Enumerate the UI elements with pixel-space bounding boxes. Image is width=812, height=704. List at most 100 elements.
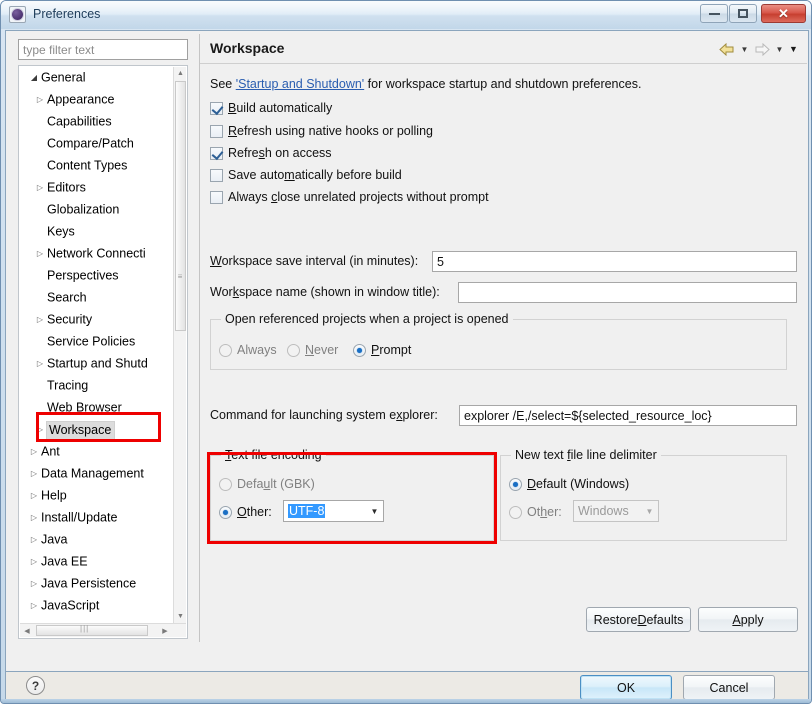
encoding-combo[interactable]: UTF-8 ▼ bbox=[283, 500, 384, 522]
radio-encoding-other[interactable]: Other: bbox=[219, 503, 272, 521]
workspace-name-input[interactable] bbox=[459, 283, 796, 302]
tree-hscroll-thumb[interactable] bbox=[36, 625, 148, 636]
checkbox-always-close-unrelated[interactable]: Always close unrelated projects without … bbox=[210, 188, 489, 206]
sidebar-item-perspectives[interactable]: Perspectives bbox=[19, 264, 175, 286]
apply-button[interactable]: Apply bbox=[698, 607, 798, 632]
checkbox-build-automatically-box[interactable] bbox=[210, 101, 223, 115]
radio-open-referenced-always[interactable]: Always bbox=[219, 341, 277, 359]
chevron-right-icon[interactable]: ▷ bbox=[27, 551, 41, 573]
search-input[interactable] bbox=[19, 40, 187, 59]
window-titlebar[interactable]: Preferences ✕ bbox=[1, 1, 811, 29]
sidebar-item-ant[interactable]: ▷ Ant bbox=[19, 440, 175, 462]
restore-icon[interactable] bbox=[729, 4, 757, 23]
radio-encoding-other-dot[interactable] bbox=[219, 505, 232, 519]
back-history-chevron-down-icon[interactable]: ▼ bbox=[739, 41, 750, 57]
sidebar-item-security[interactable]: ▷ Security bbox=[19, 308, 175, 330]
sidebar-item-service-policies[interactable]: Service Policies bbox=[19, 330, 175, 352]
radio-open-referenced-prompt[interactable]: Prompt bbox=[353, 341, 411, 359]
minimize-icon[interactable] bbox=[700, 4, 728, 23]
sidebar-item-workspace[interactable]: ▷ Workspace bbox=[19, 418, 175, 440]
chevron-right-icon[interactable]: ▷ bbox=[27, 441, 41, 463]
sidebar-item-capabilities[interactable]: Capabilities bbox=[19, 110, 175, 132]
delimiter-combo[interactable]: Windows ▼ bbox=[573, 500, 659, 522]
chevron-right-icon[interactable]: ▷ bbox=[27, 595, 41, 617]
chevron-down-icon[interactable]: ◢ bbox=[27, 67, 41, 89]
preferences-tree[interactable]: ◢ General ▷ Appearance Capabilities Compare… bbox=[18, 65, 188, 639]
chevron-right-icon[interactable]: ▷ bbox=[33, 243, 47, 265]
workspace-name-input-wrapper[interactable] bbox=[458, 282, 797, 303]
ok-button[interactable]: OK bbox=[580, 675, 672, 700]
sidebar-item-keys[interactable]: Keys bbox=[19, 220, 175, 242]
sidebar-item-globalization[interactable]: Globalization bbox=[19, 198, 175, 220]
tree-vscroll-thumb[interactable] bbox=[175, 81, 186, 331]
scroll-up-icon[interactable]: ▲ bbox=[174, 67, 187, 80]
chevron-right-icon[interactable]: ▷ bbox=[33, 309, 47, 331]
chevron-right-icon[interactable]: ▷ bbox=[27, 463, 41, 485]
sidebar-item-network-connecti[interactable]: ▷ Network Connecti bbox=[19, 242, 175, 264]
radio-open-referenced-prompt-dot[interactable] bbox=[353, 343, 366, 357]
radio-encoding-default-dot[interactable] bbox=[219, 477, 232, 491]
workspace-save-interval-input-wrapper[interactable] bbox=[432, 251, 797, 272]
radio-encoding-default[interactable]: Default (GBK) bbox=[219, 475, 315, 493]
chevron-right-icon[interactable]: ▷ bbox=[27, 485, 41, 507]
radio-delimiter-other[interactable]: Other: bbox=[509, 503, 562, 521]
scroll-right-icon[interactable]: ▶ bbox=[158, 624, 172, 637]
explorer-command-input-wrapper[interactable] bbox=[459, 405, 797, 426]
scroll-left-icon[interactable]: ◀ bbox=[20, 624, 34, 637]
radio-open-referenced-never-dot[interactable] bbox=[287, 343, 300, 357]
chevron-right-icon[interactable]: ▷ bbox=[33, 177, 47, 199]
sidebar-item-compare-patch[interactable]: Compare/Patch bbox=[19, 132, 175, 154]
sidebar-item-java[interactable]: ▷ Java bbox=[19, 528, 175, 550]
checkbox-refresh-native-hooks-box[interactable] bbox=[210, 124, 223, 138]
sidebar-item-java-persistence[interactable]: ▷ Java Persistence bbox=[19, 572, 175, 594]
sidebar-item-maven[interactable]: ▷Maven bbox=[19, 616, 175, 622]
radio-delimiter-other-dot[interactable] bbox=[509, 505, 522, 519]
view-menu-chevron-down-icon[interactable]: ▼ bbox=[788, 41, 799, 57]
radio-delimiter-default[interactable]: Default (Windows) bbox=[509, 475, 629, 493]
scroll-down-icon[interactable]: ▼ bbox=[174, 610, 187, 623]
startup-and-shutdown-link[interactable]: 'Startup and Shutdown' bbox=[236, 77, 364, 91]
sidebar-item-javascript[interactable]: ▷ JavaScript bbox=[19, 594, 175, 616]
checkbox-save-before-build[interactable]: Save automatically before build bbox=[210, 166, 402, 184]
forward-history-chevron-down-icon[interactable]: ▼ bbox=[774, 41, 785, 57]
sidebar-item-search[interactable]: Search bbox=[19, 286, 175, 308]
chevron-right-icon[interactable]: ▷ bbox=[33, 419, 47, 441]
explorer-command-input[interactable] bbox=[460, 406, 796, 425]
encoding-combo-chevron-down-icon[interactable]: ▼ bbox=[366, 507, 383, 516]
delimiter-combo-chevron-down-icon[interactable]: ▼ bbox=[641, 507, 658, 516]
checkbox-build-automatically[interactable]: Build automatically bbox=[210, 99, 332, 117]
checkbox-save-before-build-box[interactable] bbox=[210, 168, 223, 182]
chevron-right-icon[interactable]: ▷ bbox=[27, 507, 41, 529]
restore-defaults-button[interactable]: Restore Defaults bbox=[586, 607, 691, 632]
radio-open-referenced-always-dot[interactable] bbox=[219, 343, 232, 357]
chevron-right-icon[interactable]: ▷ bbox=[33, 89, 47, 111]
radio-delimiter-default-dot[interactable] bbox=[509, 477, 522, 491]
sidebar-item-startup-and-shutd[interactable]: ▷ Startup and Shutd bbox=[19, 352, 175, 374]
sidebar-item-appearance[interactable]: ▷ Appearance bbox=[19, 88, 175, 110]
sidebar-item-help[interactable]: ▷ Help bbox=[19, 484, 175, 506]
chevron-right-icon[interactable]: ▷ bbox=[27, 617, 41, 622]
chevron-right-icon[interactable]: ▷ bbox=[33, 353, 47, 375]
checkbox-always-close-unrelated-box[interactable] bbox=[210, 190, 223, 204]
close-icon[interactable]: ✕ bbox=[761, 4, 806, 23]
tree-horizontal-scrollbar[interactable]: ◀ ||| ▶ bbox=[20, 623, 186, 637]
sidebar-item-install-update[interactable]: ▷ Install/Update bbox=[19, 506, 175, 528]
sidebar-item-editors[interactable]: ▷ Editors bbox=[19, 176, 175, 198]
sidebar-item-tracing[interactable]: Tracing bbox=[19, 374, 175, 396]
cancel-button[interactable]: Cancel bbox=[683, 675, 775, 700]
sidebar-item-web-browser[interactable]: Web Browser bbox=[19, 396, 175, 418]
forward-arrow-icon[interactable] bbox=[753, 41, 771, 57]
checkbox-refresh-on-access-box[interactable] bbox=[210, 146, 223, 160]
sidebar-item-java-ee[interactable]: ▷ Java EE bbox=[19, 550, 175, 572]
filter-input-wrapper[interactable] bbox=[18, 39, 188, 60]
sidebar-item-content-types[interactable]: Content Types bbox=[19, 154, 175, 176]
radio-open-referenced-never[interactable]: Never bbox=[287, 341, 338, 359]
checkbox-refresh-native-hooks[interactable]: Refresh using native hooks or polling bbox=[210, 122, 433, 140]
sidebar-item-data-management[interactable]: ▷ Data Management bbox=[19, 462, 175, 484]
back-arrow-icon[interactable] bbox=[718, 41, 736, 57]
help-icon[interactable]: ? bbox=[26, 676, 45, 695]
chevron-right-icon[interactable]: ▷ bbox=[27, 573, 41, 595]
chevron-right-icon[interactable]: ▷ bbox=[27, 529, 41, 551]
tree-vertical-scrollbar[interactable]: ▲ ≡ ▼ bbox=[173, 67, 186, 623]
workspace-save-interval-input[interactable] bbox=[433, 252, 796, 271]
